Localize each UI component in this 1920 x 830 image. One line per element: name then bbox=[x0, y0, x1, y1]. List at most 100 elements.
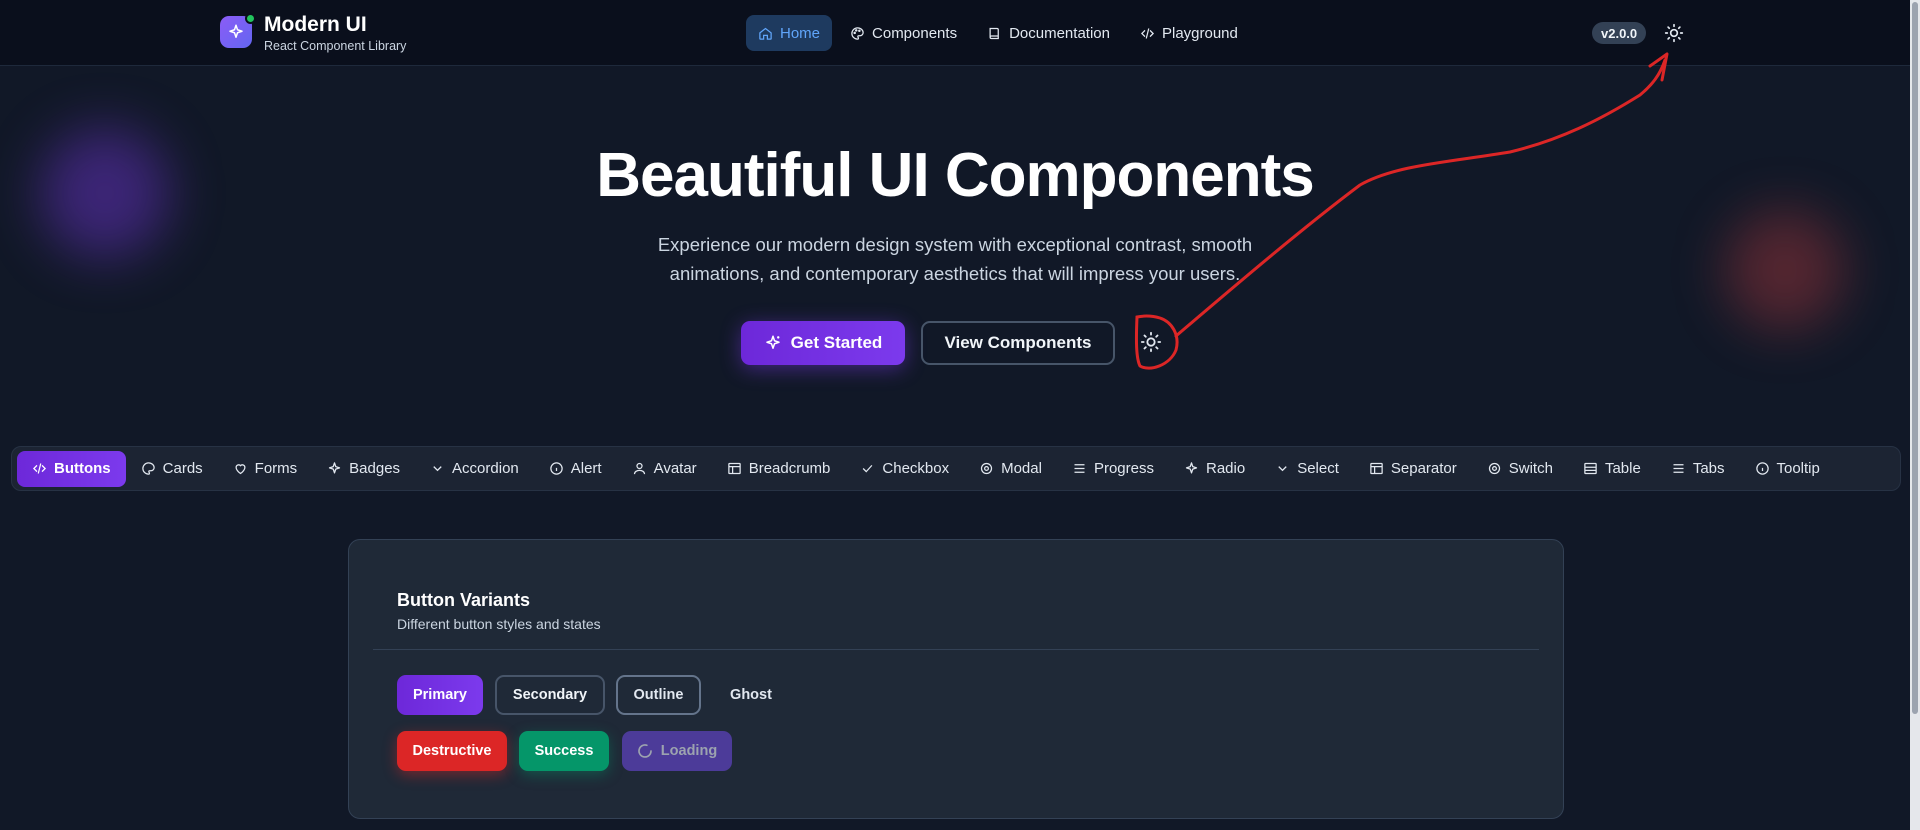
scrollbar-thumb[interactable] bbox=[1912, 2, 1918, 714]
tab-cards[interactable]: Cards bbox=[126, 451, 218, 487]
tab-label: Forms bbox=[254, 460, 298, 477]
chevron-down-icon bbox=[1278, 466, 1287, 472]
table-icon bbox=[1584, 462, 1597, 475]
book-icon bbox=[989, 27, 999, 39]
sparkle-icon bbox=[229, 24, 243, 38]
tab-label: Select bbox=[1297, 460, 1339, 477]
tab-tabs[interactable]: Tabs bbox=[1656, 451, 1740, 487]
sparkle-icon bbox=[329, 462, 341, 474]
tab-label: Alert bbox=[570, 460, 602, 477]
hero-title: Beautiful UI Components bbox=[596, 141, 1315, 210]
tab-breadcrumb[interactable]: Breadcrumb bbox=[712, 451, 846, 487]
spinner-icon bbox=[638, 744, 652, 758]
brand-tagline: React Component Library bbox=[264, 39, 407, 53]
info-icon bbox=[550, 462, 563, 475]
tab-label: Switch bbox=[1508, 460, 1553, 477]
tab-label: Badges bbox=[349, 460, 401, 477]
tab-forms[interactable]: Forms bbox=[218, 451, 313, 487]
card-description: Different button styles and states bbox=[397, 616, 601, 632]
nav-components[interactable]: Components bbox=[838, 15, 969, 51]
tab-badges[interactable]: Badges bbox=[312, 451, 415, 487]
layout-icon bbox=[1370, 462, 1383, 475]
layout-icon bbox=[727, 462, 741, 475]
decorative-red-glow bbox=[1725, 210, 1845, 330]
gear-icon bbox=[980, 462, 993, 475]
tab-select[interactable]: Select bbox=[1260, 451, 1354, 487]
top-header: Modern UI React Component Library Home C… bbox=[0, 0, 1910, 66]
tab-buttons[interactable]: Buttons bbox=[17, 450, 126, 487]
main-nav: Home Components Documentation Playground bbox=[746, 15, 1250, 51]
page: Modern UI React Component Library Home C… bbox=[0, 0, 1920, 830]
outline-button[interactable]: Outline bbox=[616, 675, 701, 715]
tab-avatar[interactable]: Avatar bbox=[617, 451, 712, 487]
tab-tooltip[interactable]: Tooltip bbox=[1740, 451, 1835, 487]
home-icon bbox=[759, 27, 772, 40]
primary-button[interactable]: Primary bbox=[397, 675, 483, 715]
nav-home[interactable]: Home bbox=[746, 15, 833, 51]
tab-checkbox[interactable]: Checkbox bbox=[845, 451, 964, 487]
gear-icon bbox=[1488, 462, 1500, 475]
sun-icon[interactable] bbox=[1140, 331, 1162, 353]
hero-subtitle-line: animations, and contemporary aesthetics … bbox=[669, 263, 1241, 284]
tab-label: Tabs bbox=[1692, 460, 1725, 477]
nav-home-label: Home bbox=[780, 24, 821, 42]
tab-label: Table bbox=[1604, 460, 1641, 477]
tab-label: Buttons bbox=[54, 460, 111, 477]
tab-radio[interactable]: Radio bbox=[1169, 451, 1260, 487]
tab-label: Progress bbox=[1093, 460, 1154, 477]
component-tabs: Buttons Cards Forms Badges Accordion Ale… bbox=[11, 446, 1901, 491]
version-badge: v2.0.0 bbox=[1592, 22, 1647, 44]
hero-subtitle-line: Experience our modern design system with… bbox=[657, 234, 1253, 255]
nav-documentation-label: Documentation bbox=[1009, 24, 1110, 42]
loading-label: Loading bbox=[660, 743, 718, 759]
get-started-button[interactable]: Get Started bbox=[741, 321, 905, 365]
hero-subtitle: Experience our modern design system with… bbox=[620, 230, 1290, 288]
tab-label: Tooltip bbox=[1776, 460, 1820, 477]
heart-icon bbox=[235, 464, 246, 475]
view-components-button[interactable]: View Components bbox=[921, 321, 1115, 365]
nav-components-label: Components bbox=[872, 24, 958, 42]
tab-label: Radio bbox=[1205, 460, 1246, 477]
ghost-button[interactable]: Ghost bbox=[711, 675, 791, 715]
menu-icon bbox=[1074, 464, 1085, 473]
brand-name[interactable]: Modern UI bbox=[264, 13, 367, 37]
button-variants-card: Button Variants Different button styles … bbox=[348, 539, 1564, 819]
info-icon bbox=[1755, 462, 1769, 475]
code-icon bbox=[1140, 27, 1154, 39]
menu-icon bbox=[1673, 464, 1684, 473]
secondary-button[interactable]: Secondary bbox=[495, 675, 605, 715]
tab-accordion[interactable]: Accordion bbox=[415, 451, 534, 487]
tab-switch[interactable]: Switch bbox=[1472, 451, 1568, 487]
success-button[interactable]: Success bbox=[519, 731, 609, 771]
tab-table[interactable]: Table bbox=[1568, 451, 1656, 487]
sun-icon[interactable] bbox=[1664, 23, 1684, 43]
nav-documentation[interactable]: Documentation bbox=[975, 15, 1122, 51]
palette-icon bbox=[141, 462, 155, 475]
tab-label: Accordion bbox=[452, 460, 519, 477]
user-icon bbox=[633, 462, 645, 475]
tab-separator[interactable]: Separator bbox=[1354, 451, 1472, 487]
tab-modal[interactable]: Modal bbox=[964, 451, 1057, 487]
tab-label: Modal bbox=[1001, 460, 1042, 477]
online-status-dot bbox=[245, 13, 256, 24]
loading-button[interactable]: Loading bbox=[622, 731, 732, 771]
card-title: Button Variants bbox=[397, 590, 531, 610]
check-icon bbox=[863, 464, 873, 473]
palette-icon bbox=[851, 26, 864, 40]
get-started-label: Get Started bbox=[790, 333, 883, 352]
nav-playground-label: Playground bbox=[1161, 24, 1238, 42]
tab-label: Cards bbox=[162, 460, 203, 477]
tab-label: Checkbox bbox=[882, 460, 950, 477]
card-divider bbox=[373, 649, 1539, 650]
tab-progress[interactable]: Progress bbox=[1057, 451, 1169, 487]
chevron-down-icon bbox=[433, 466, 442, 472]
tab-label: Breadcrumb bbox=[748, 460, 831, 477]
tab-label: Separator bbox=[1390, 460, 1457, 477]
sparkle-icon bbox=[765, 335, 780, 349]
nav-playground[interactable]: Playground bbox=[1128, 15, 1250, 51]
destructive-button[interactable]: Destructive bbox=[397, 731, 507, 771]
code-icon bbox=[32, 463, 47, 474]
tab-label: Avatar bbox=[653, 460, 697, 477]
tab-alert[interactable]: Alert bbox=[534, 451, 617, 487]
sparkle-icon bbox=[1185, 462, 1198, 474]
